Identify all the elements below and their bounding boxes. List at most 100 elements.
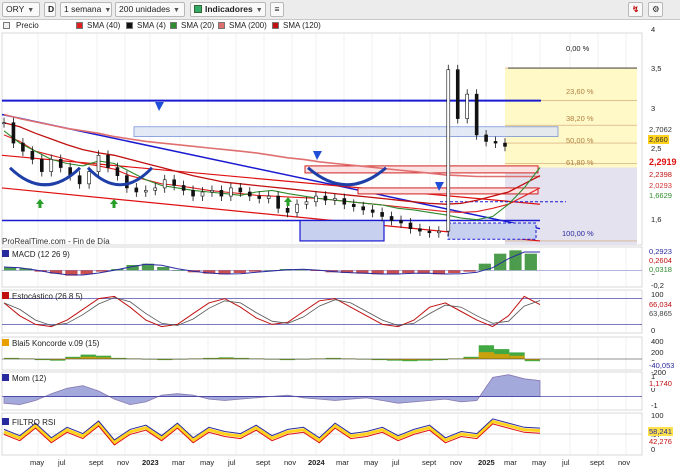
macd-bar xyxy=(448,270,461,273)
x-tick-label: nov xyxy=(450,458,463,467)
candle-body xyxy=(49,159,54,172)
koncorde-orange-bar xyxy=(478,352,495,359)
candle-body xyxy=(285,208,290,213)
macd-tag: 0,2923 xyxy=(648,247,673,256)
macd-bar xyxy=(157,267,170,271)
stoch-title[interactable]: Estocástico (26 8 5) xyxy=(2,292,83,301)
zone-box xyxy=(133,126,559,137)
candle-body xyxy=(162,179,167,189)
koncorde-orange-bar xyxy=(509,355,525,359)
macd-bar xyxy=(509,250,522,271)
price-ytick: 2,5 xyxy=(651,144,662,153)
x-tick-label: sept xyxy=(89,458,104,467)
koncorde-title-text: Blai5 Koncorde v.09 (15) xyxy=(12,339,100,348)
candle-body xyxy=(143,190,148,193)
x-tick-label: jul xyxy=(228,458,236,467)
candle-body xyxy=(30,150,35,160)
macd-ytick: -0,2 xyxy=(651,281,664,290)
candle-body xyxy=(370,209,375,213)
candle-body xyxy=(361,206,366,211)
mom-title[interactable]: Mom (12) xyxy=(2,374,46,383)
candle-body xyxy=(2,122,6,124)
stoch-ytick: 100 xyxy=(651,290,664,299)
rsi-title[interactable]: FILTRO RSI xyxy=(2,418,55,427)
rsi-tag: 42,276 xyxy=(648,437,673,446)
x-tick-label: jul xyxy=(392,458,400,467)
rsi-ytick: 0 xyxy=(651,445,656,454)
candle-body xyxy=(106,155,110,168)
stoch-chip xyxy=(2,292,9,299)
macd-title-text: MACD (12 26 9) xyxy=(12,250,70,259)
candle-body xyxy=(484,134,488,142)
fib-label: 38,20 % xyxy=(566,114,594,123)
macd-bar xyxy=(478,263,491,271)
candle-body xyxy=(96,155,101,172)
x-tick-label: 2024 xyxy=(308,458,325,467)
source-label: ProRealTime.com - Fin de Día xyxy=(2,237,110,246)
mom-chip xyxy=(2,374,9,381)
candle-body xyxy=(87,171,91,185)
x-tick-label: nov xyxy=(117,458,130,467)
mom-ytick: -1 xyxy=(651,401,658,410)
rsi-tag: 58,241 xyxy=(648,427,673,436)
macd-bar xyxy=(402,270,415,273)
pane-frame xyxy=(1,246,643,288)
candle-body xyxy=(427,230,432,234)
candle-body xyxy=(77,175,82,185)
macd-bar xyxy=(524,253,537,271)
macd-bar xyxy=(494,253,507,271)
macd-bar xyxy=(463,270,476,272)
x-tick-label: may xyxy=(364,458,379,467)
x-tick-label: mar xyxy=(336,458,349,467)
mom-title-text: Mom (12) xyxy=(12,374,47,383)
candle-body xyxy=(238,187,243,193)
breakout-box xyxy=(447,222,537,240)
koncorde-ytick: 200 xyxy=(651,348,664,357)
candle-body xyxy=(21,142,25,152)
price-tag-sma20: 1,6629 xyxy=(648,191,673,200)
macd-bar xyxy=(172,270,185,271)
candle-body xyxy=(437,230,441,234)
rsi-ytick: 100 xyxy=(651,411,664,420)
price-ytick: 1,6 xyxy=(651,215,662,224)
candle-body xyxy=(58,159,63,168)
stoch-ytick: 0 xyxy=(651,326,656,335)
x-tick-label: jul xyxy=(562,458,570,467)
candle-body xyxy=(115,167,120,176)
candle-body xyxy=(219,190,224,197)
candle-body xyxy=(229,187,233,197)
koncorde-title[interactable]: Blai5 Koncorde v.09 (15) xyxy=(2,339,99,348)
koncorde-tag: -40,053 xyxy=(648,361,676,370)
candle-body xyxy=(465,93,469,119)
macd-bar xyxy=(233,270,246,273)
x-tick-label: nov xyxy=(284,458,297,467)
x-tick-label: may xyxy=(30,458,45,467)
rsi-title-text: FILTRO RSI xyxy=(12,418,56,427)
price-tag-sma40: 2,0293 xyxy=(648,181,673,190)
macd-title[interactable]: MACD (12 26 9) xyxy=(2,250,70,259)
candle-body xyxy=(257,195,262,199)
price-tag-last: 2,660 xyxy=(648,135,669,144)
stoch-tag: 66,034 xyxy=(648,300,673,309)
candle-body xyxy=(172,179,176,186)
candle-body xyxy=(276,195,280,209)
price-ytick: 3,5 xyxy=(651,64,662,73)
candle-body xyxy=(503,142,507,147)
x-tick-label: may xyxy=(200,458,215,467)
candle-body xyxy=(389,216,394,221)
x-tick-label: 2025 xyxy=(478,458,495,467)
fib-label: 23,60 % xyxy=(566,87,594,96)
rsi-chip xyxy=(2,418,9,425)
x-tick-label: sept xyxy=(590,458,605,467)
candle-body xyxy=(191,190,195,197)
macd-tag: 0,0318 xyxy=(648,265,673,274)
koncorde-chip xyxy=(2,339,9,346)
candle-body xyxy=(11,122,16,144)
candle-body xyxy=(181,185,186,191)
price-tag-sma200: 2,2919 xyxy=(648,157,678,167)
candle-body xyxy=(40,159,44,172)
price-ytick: 3 xyxy=(651,104,656,113)
candle-body xyxy=(153,187,158,191)
candle-body xyxy=(408,222,413,229)
candle-body xyxy=(304,201,309,205)
